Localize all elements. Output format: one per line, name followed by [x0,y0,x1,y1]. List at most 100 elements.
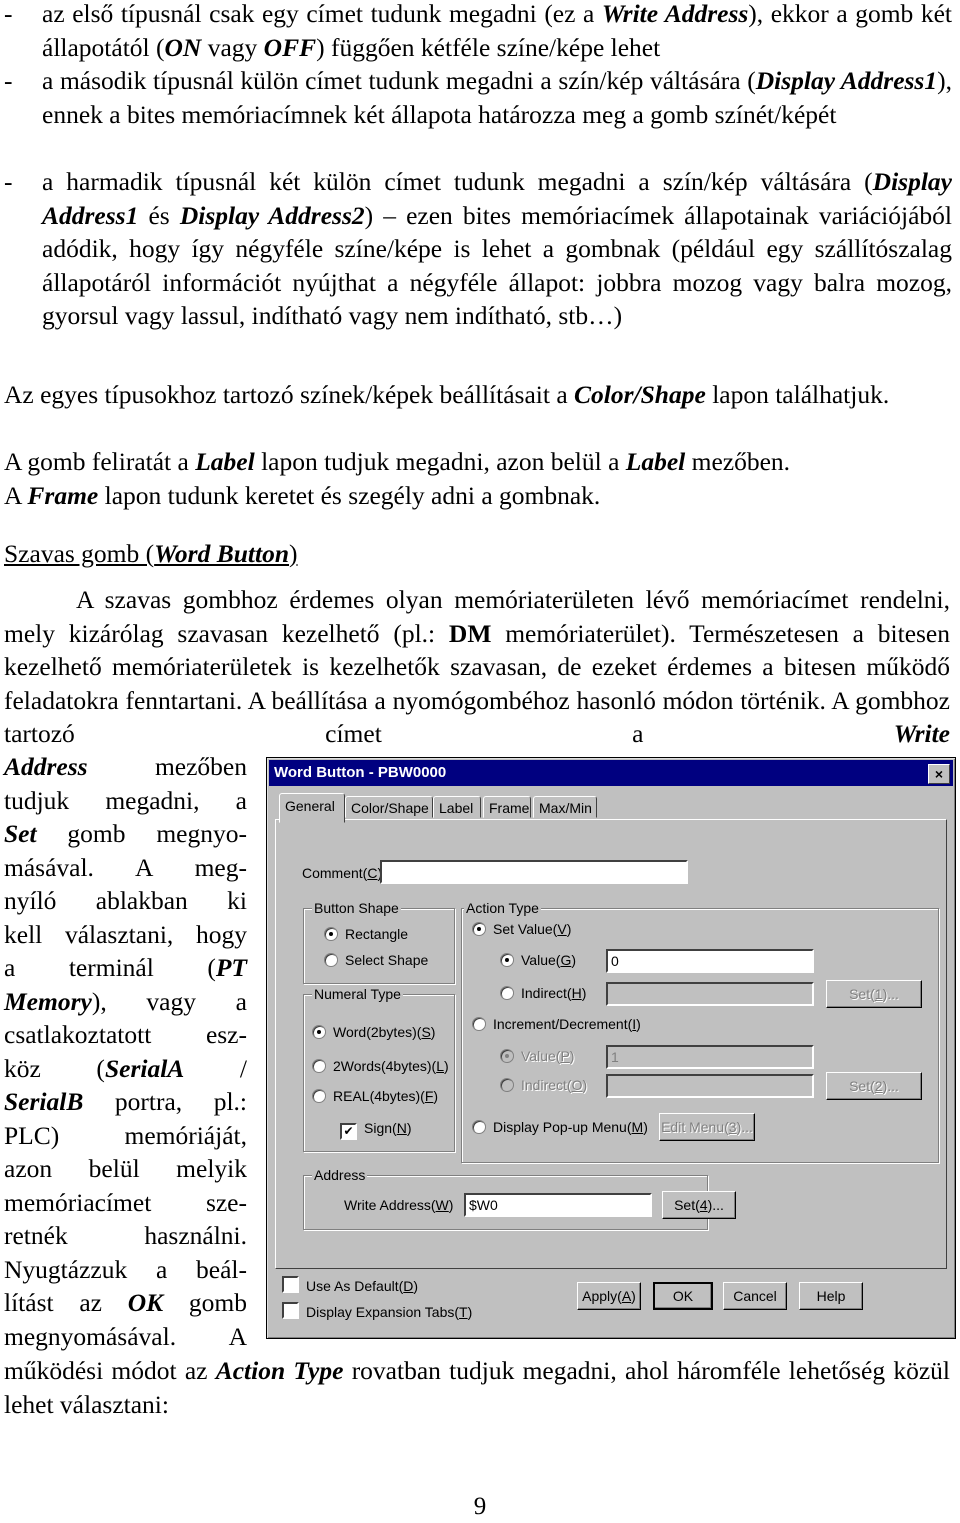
radio-word-2bytes[interactable]: Word(2bytes)(S) [312,1023,435,1041]
tab-general[interactable]: General [279,793,345,823]
bullet-dash: - [4,66,13,95]
paragraph-label: A gomb feliratát a Label lapon tudjuk me… [4,445,952,479]
text-run: megnyomásával. A [4,1321,247,1351]
checkbox-display-expansion-tabs[interactable]: Display Expansion Tabs(T) [282,1302,472,1321]
side-column-line: a terminál (PT [4,951,247,985]
numeral-type-group: Numeral Type Word(2bytes)(S) 2Words(4byt… [303,986,455,1152]
emphasis-text: DM [448,618,492,648]
text-run: a harmadik típusnál két külön címet tudu… [42,167,873,196]
emphasis-text: Address [4,752,88,781]
checkbox-use-as-default[interactable]: Use As Default(D) [282,1276,418,1295]
radio-select-shape[interactable]: Select Shape [324,951,428,969]
cancel-button[interactable]: Cancel [723,1282,787,1310]
tab-max-min[interactable]: Max/Min [533,796,597,818]
text-run: gomb [163,1288,247,1317]
side-column-line: PLC) memóriáját, [4,1119,247,1153]
section-heading: Szavas gomb (Word Button) [4,537,298,571]
radio-set-value[interactable]: Set Value(V) [472,920,571,938]
bullet-item-2: - a második típusnál külön címet tudunk … [4,64,952,131]
text-run: retnék használni. [4,1221,247,1250]
dialog-titlebar[interactable]: Word Button - PBW0000 × [269,760,953,786]
paragraph-frame: A Frame lapon tudunk keretet és szegély … [4,479,952,513]
emphasis-text: Write Address [601,0,749,28]
text-run: mezőben. [685,447,791,476]
checkbox-box [282,1276,299,1293]
text-run: / [184,1053,247,1083]
set-4-button[interactable]: Set(4)... [662,1191,736,1219]
side-column-line: Memory), vagy a [4,985,247,1019]
radio-rectangle[interactable]: Rectangle [324,925,408,943]
text-run: A gomb feliratát a [4,447,196,476]
text-run: lítást az [4,1288,128,1317]
text-run: nyíló ablakban ki [4,886,247,915]
button-shape-group: Button Shape Rectangle Select Shape [303,900,455,984]
action-type-group: Action Type Set Value(V) Value(G) 0 Indi… [461,900,939,1163]
text-run: ) [289,539,298,568]
side-column-line: SerialB portra, pl.: [4,1085,247,1119]
text-run: lapon találhatjuk. [705,380,890,409]
tab-frame[interactable]: Frame [483,796,531,818]
text-run: gomb megnyo- [36,819,247,848]
text-run: azon belül melyik [4,1154,247,1183]
emphasis-text: SerialB [4,1087,84,1116]
emphasis-text: OFF [263,32,317,62]
checkbox-box [282,1302,299,1319]
checkbox-sign[interactable]: ✔ Sign(N) [340,1119,411,1140]
set-1-button[interactable]: Set(1)... [826,980,922,1008]
radio-increment-decrement[interactable]: Increment/Decrement(I) [472,1015,641,1033]
side-column-line: azon belül melyik [4,1152,247,1186]
side-column-line: nyíló ablakban ki [4,884,247,918]
indirect-o-input[interactable] [606,1074,814,1098]
value-g-input[interactable]: 0 [606,949,814,973]
bullet-text: a harmadik típusnál két külön címet tudu… [42,165,952,333]
close-icon[interactable]: × [928,764,950,784]
radio-value-g[interactable]: Value(G) [500,951,576,969]
side-column-line: kell választani, hogy [4,918,247,952]
text-run: köz ( [4,1053,105,1083]
text-run: a terminál ( [4,953,216,982]
radio-dot-selected [312,1025,326,1039]
radio-dot [312,1089,326,1103]
radio-2words-4bytes[interactable]: 2Words(4bytes)(L) [312,1057,449,1075]
help-button[interactable]: Help [799,1282,863,1310]
side-column-line: lítást az OK gomb [4,1286,247,1320]
tab-label[interactable]: Label [433,796,481,818]
tab-color-shape[interactable]: Color/Shape [345,796,433,818]
write-address-input[interactable]: $W0 [464,1193,652,1217]
radio-value-p[interactable]: Value(P) [500,1047,574,1065]
emphasis-text: Frame [27,481,99,510]
radio-indirect-h[interactable]: Indirect(H) [500,984,586,1002]
indirect-h-input[interactable] [606,982,814,1006]
write-address-label: Write Address(W) [344,1197,454,1213]
radio-dot-selected [472,922,486,936]
emphasis-text: Memory [4,986,92,1016]
edit-menu-button[interactable]: Edit Menu(3)... [659,1113,755,1141]
radio-dot [312,1059,326,1073]
emphasis-text: PT [215,953,247,982]
comment-input[interactable] [380,860,688,884]
address-legend: Address [312,1167,368,1183]
bullet-text: az első típusnál csak egy címet tudunk m… [42,0,952,64]
bullet-dash: - [4,167,13,196]
text-run: PLC) memóriáját, [4,1120,247,1150]
value-p-input[interactable]: 1 [606,1045,814,1069]
paragraph-intro: A szavas gombhoz érdemes olyan memóriate… [4,583,950,751]
page-number: 9 [473,1493,487,1520]
side-column: Address mezőben tudjuk megadni, a Set gomb… [4,750,247,1353]
radio-real-4bytes[interactable]: REAL(4bytes)(F) [312,1087,438,1105]
radio-indirect-o[interactable]: Indirect(O) [500,1076,587,1094]
set-2-button[interactable]: Set(2)... [826,1072,922,1100]
radio-display-popup-menu[interactable]: Display Pop-up Menu(M) [472,1118,648,1136]
text-run: lapon tudjuk megadni, azon belül a [254,447,626,476]
radio-dot-selected [500,953,514,967]
general-panel: Comment(C) Button Shape Rectangle Select… [275,819,947,1269]
apply-button[interactable]: Apply(A) [577,1282,641,1310]
emphasis-text: Color/Shape [574,380,706,409]
word-button-dialog: Word Button - PBW0000 × General Color/Sh… [266,757,956,1339]
text-run: csatlakoztatott esz- [4,1020,247,1049]
radio-dot [472,1120,486,1134]
action-type-legend: Action Type [464,900,541,916]
emphasis-text: Display Address1 [755,66,938,95]
emphasis-text: Display Address2 [179,200,365,230]
ok-button[interactable]: OK [653,1282,713,1310]
